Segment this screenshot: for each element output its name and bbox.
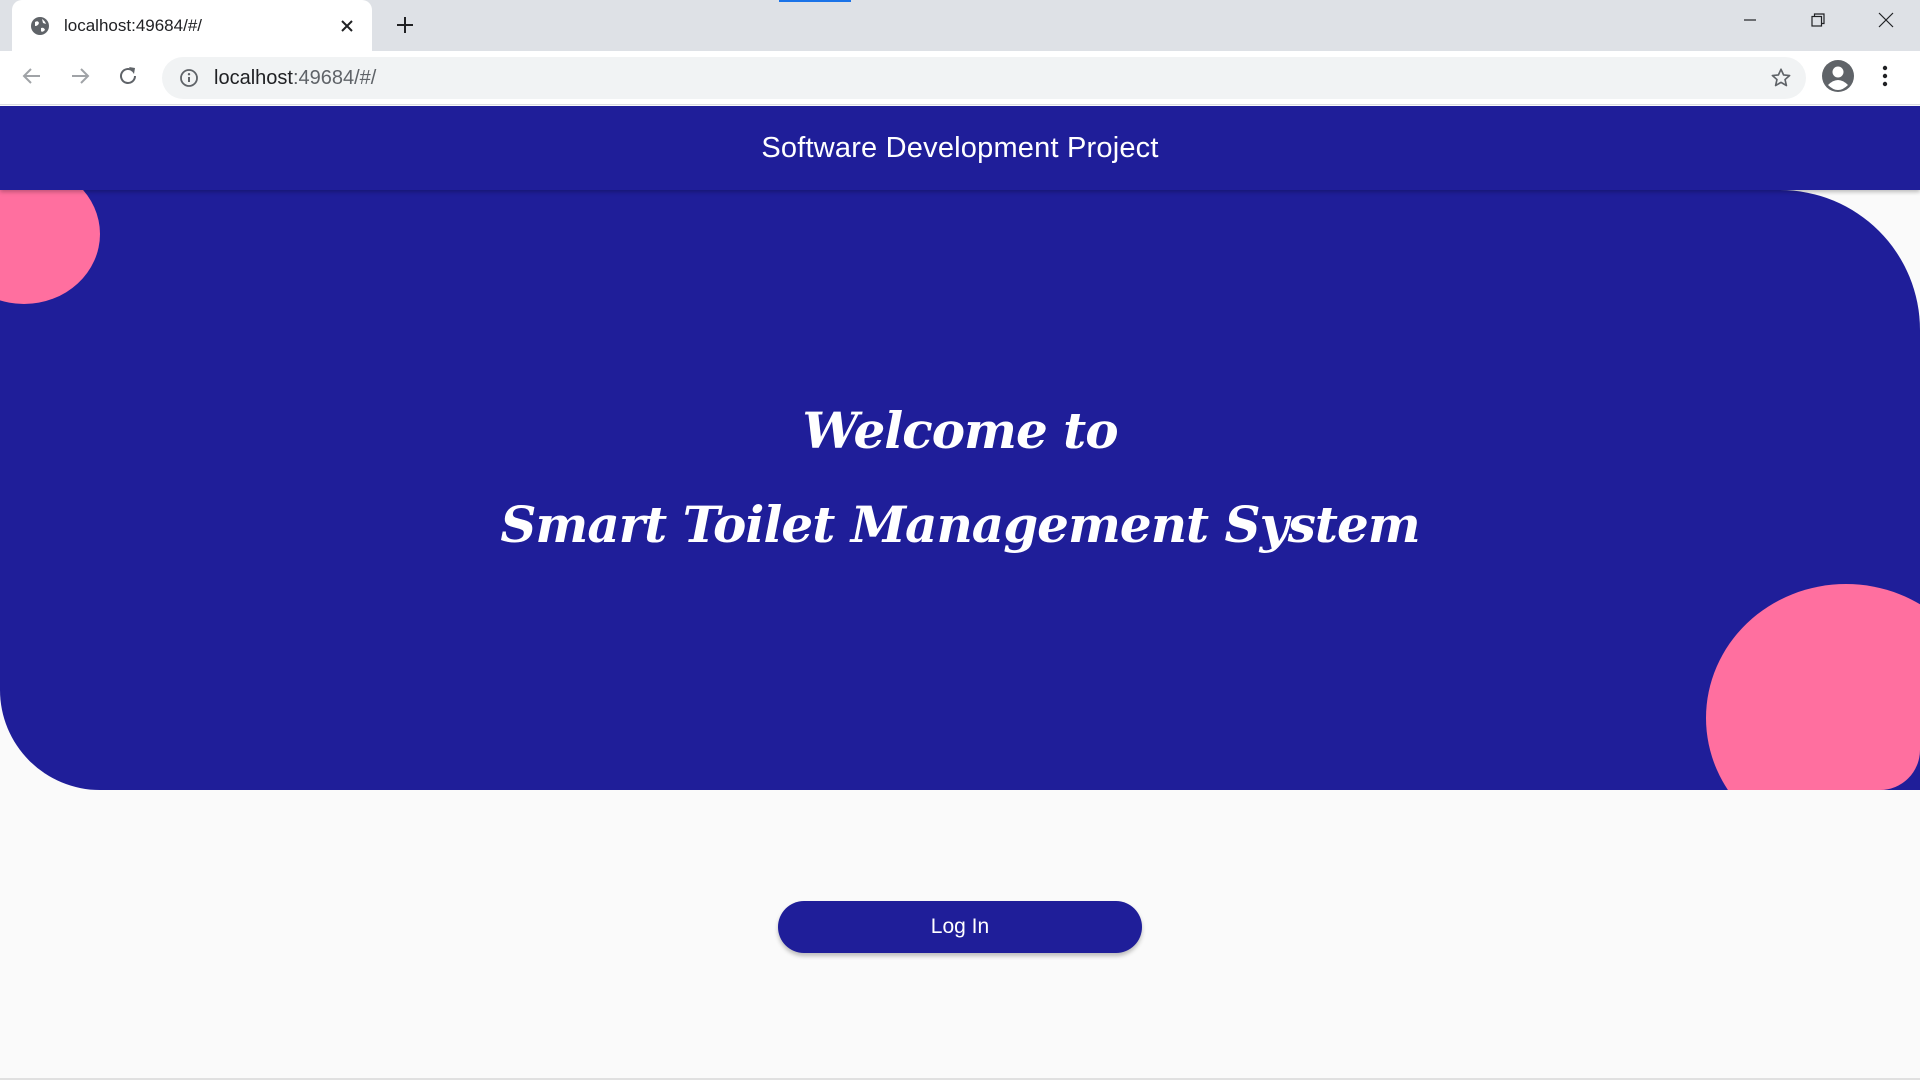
browser-tabstrip: localhost:49684/#/ [0, 0, 1920, 51]
plus-icon [395, 15, 415, 40]
restore-button[interactable] [1784, 0, 1852, 44]
browser-toolbar: localhost:49684/#/ [0, 51, 1920, 105]
star-icon[interactable] [1766, 63, 1796, 93]
browser-tab[interactable]: localhost:49684/#/ [12, 0, 372, 51]
reload-button[interactable] [112, 62, 144, 94]
close-window-button[interactable] [1852, 0, 1920, 44]
app-bar: Software Development Project [0, 106, 1920, 190]
back-button[interactable] [16, 62, 48, 94]
more-vert-icon [1882, 65, 1888, 92]
url-path: :49684/#/ [292, 66, 377, 89]
system-name-text: Smart Toilet Management System [500, 495, 1420, 554]
close-icon [1878, 12, 1894, 33]
app-bar-title: Software Development Project [761, 131, 1159, 164]
tab-close-icon[interactable] [336, 15, 358, 37]
forward-button[interactable] [64, 62, 96, 94]
info-icon[interactable] [178, 67, 200, 89]
minimize-button[interactable] [1716, 0, 1784, 44]
browser-menu-button[interactable] [1870, 60, 1900, 96]
account-circle-icon [1821, 59, 1855, 98]
hero-heading: Welcome to Smart Toilet Management Syste… [0, 190, 1920, 790]
globe-icon [30, 16, 50, 36]
page-viewport: Software Development Project Welcome to … [0, 106, 1920, 1080]
tab-title: localhost:49684/#/ [64, 15, 202, 35]
address-bar[interactable]: localhost:49684/#/ [162, 57, 1806, 99]
minimize-icon [1743, 13, 1757, 32]
welcome-text: Welcome to [802, 401, 1118, 460]
profile-button[interactable] [1820, 59, 1856, 98]
arrow-left-icon [21, 65, 43, 92]
reload-icon [117, 65, 139, 92]
login-button[interactable]: Log In [778, 901, 1142, 953]
window-controls [1716, 0, 1920, 44]
restore-icon [1811, 12, 1825, 32]
loading-indicator [779, 0, 851, 2]
arrow-right-icon [69, 65, 91, 92]
url-text[interactable]: localhost:49684/#/ [214, 67, 1766, 90]
new-tab-button[interactable] [390, 12, 420, 42]
url-host: localhost [214, 66, 293, 89]
